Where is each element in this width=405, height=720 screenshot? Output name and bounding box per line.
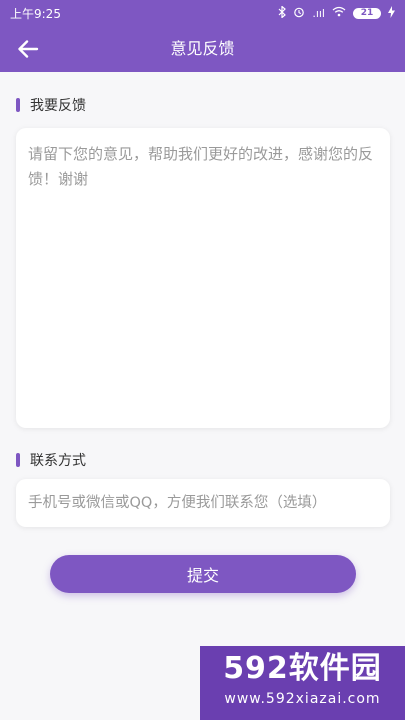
watermark-brand: 592软件园 xyxy=(223,651,382,686)
battery-icon: 21 xyxy=(353,7,381,19)
feedback-label-text: 我要反馈 xyxy=(30,98,86,114)
arrow-left-icon xyxy=(18,40,39,58)
section-accent-bar xyxy=(16,453,20,467)
status-time: 上午9:25 xyxy=(10,6,61,21)
section-accent-bar xyxy=(16,98,20,112)
page-title: 意见反馈 xyxy=(170,39,235,58)
watermark-logo: 592软件园 www.592xiazai.com xyxy=(200,646,405,720)
contact-input[interactable] xyxy=(16,479,390,527)
contact-section-label: 联系方式 xyxy=(16,450,86,470)
contact-label-text: 联系方式 xyxy=(30,453,86,469)
submit-button[interactable]: 提交 xyxy=(50,555,356,593)
app-bar: 意见反馈 xyxy=(0,26,405,72)
signal-icon: .ııl xyxy=(312,6,325,20)
wifi-icon xyxy=(332,6,346,20)
watermark-url: www.592xiazai.com xyxy=(224,691,381,707)
feedback-section-label: 我要反馈 xyxy=(16,95,86,115)
feedback-textarea[interactable] xyxy=(16,128,390,428)
status-bar: 上午9:25 .ııl 21 xyxy=(0,0,405,26)
contact-card xyxy=(16,479,390,527)
bluetooth-icon xyxy=(278,4,287,21)
alarm-icon xyxy=(293,6,305,21)
charging-icon xyxy=(388,5,395,21)
status-icons: .ııl 21 xyxy=(278,4,395,21)
back-button[interactable] xyxy=(14,35,42,63)
feedback-card xyxy=(16,128,390,428)
